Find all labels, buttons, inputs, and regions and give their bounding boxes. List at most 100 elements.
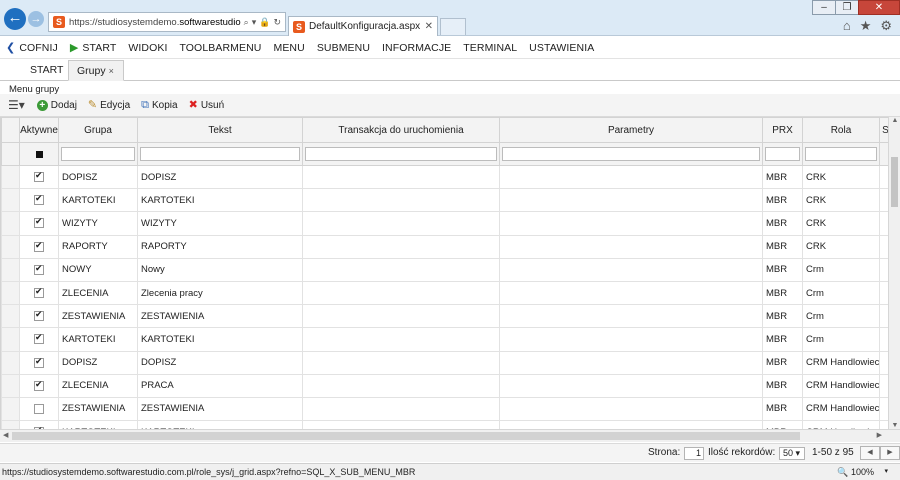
menu-item-ustawienia[interactable]: USTAWIENIA (529, 42, 594, 54)
active-checkbox[interactable] (34, 379, 44, 391)
cell-tekst[interactable]: DOPISZ (137, 350, 303, 375)
cell-grupa[interactable]: DOPISZ (58, 164, 138, 190)
row-selector[interactable] (1, 327, 20, 352)
col-header-rola[interactable]: Rola (802, 117, 880, 143)
cell-transakcja[interactable] (302, 373, 500, 398)
menu-item-toolbarmenu[interactable]: TOOLBARMENU (179, 42, 261, 54)
filter-parametry-input[interactable] (502, 147, 760, 161)
cell-tekst[interactable]: KARTOTEKI (137, 420, 303, 429)
cell-rola[interactable]: CRM Handlowiec (802, 373, 880, 398)
col-header-aktywne[interactable]: Aktywne (19, 117, 59, 143)
row-selector[interactable] (1, 396, 20, 422)
delete-button[interactable]: ✖ Usuń (189, 99, 225, 111)
filter-transakcja-input[interactable] (305, 147, 497, 161)
horizontal-scrollbar[interactable]: ◀ ▶ (0, 429, 900, 442)
cell-transakcja[interactable] (302, 211, 500, 236)
lock-icon[interactable]: 🔒 (259, 17, 270, 28)
zoom-level[interactable]: 🔍 100% (837, 467, 874, 478)
cell-grupa[interactable]: DOPISZ (58, 350, 138, 375)
cell-rola[interactable]: CRM Handlowiec (802, 350, 880, 375)
cell-parametry[interactable] (499, 373, 763, 398)
cell-parametry[interactable] (499, 280, 763, 306)
cell-rola[interactable]: Crm (802, 327, 880, 352)
menu-item-informacje[interactable]: INFORMACJE (382, 42, 451, 54)
scroll-up-icon[interactable]: ▲ (889, 117, 900, 124)
table-row[interactable]: WIZYTYWIZYTY MBRCRK (1, 211, 888, 236)
dropdown-arrow-icon[interactable]: ▾ (252, 17, 257, 28)
cell-rola[interactable]: Crm (802, 304, 880, 329)
menu-item-menu[interactable]: MENU (273, 42, 304, 54)
row-selector[interactable] (1, 304, 20, 329)
cell-rola[interactable]: CRK (802, 188, 880, 213)
row-selector[interactable] (1, 211, 20, 236)
scroll-down-icon[interactable]: ▼ (889, 422, 900, 429)
cell-prx[interactable]: MBR (762, 327, 803, 352)
cell-rola[interactable]: CRK (802, 164, 880, 190)
cell-grupa[interactable]: ZESTAWIENIA (58, 304, 138, 329)
cell-tekst[interactable]: PRACA (137, 373, 303, 398)
cell-parametry[interactable] (499, 164, 763, 190)
active-checkbox[interactable] (34, 240, 44, 252)
cell-parametry[interactable] (499, 211, 763, 236)
cell-parametry[interactable] (499, 257, 763, 282)
table-row[interactable]: KARTOTEKIKARTOTEKI MBRCRM Handlowiec (1, 420, 888, 429)
cell-grupa[interactable]: KARTOTEKI (58, 327, 138, 352)
vertical-scrollbar[interactable]: ▲ ▼ (888, 117, 900, 429)
search-icon[interactable]: ⌕ (244, 17, 249, 28)
cell-prx[interactable]: MBR (762, 396, 803, 422)
cell-parametry[interactable] (499, 396, 763, 422)
new-tab-button[interactable] (440, 18, 466, 35)
cell-tekst[interactable]: Nowy (137, 257, 303, 282)
cell-prx[interactable]: MBR (762, 350, 803, 375)
active-checkbox[interactable] (34, 286, 44, 299)
row-selector[interactable] (1, 350, 20, 375)
cell-prx[interactable]: MBR (762, 164, 803, 190)
menu-start-button[interactable]: ▶ START (70, 41, 117, 55)
table-row[interactable]: DOPISZDOPISZ MBRCRM Handlowiec (1, 350, 888, 375)
cell-grupa[interactable]: NOWY (58, 257, 138, 282)
cell-prx[interactable]: MBR (762, 420, 803, 429)
cell-prx[interactable]: MBR (762, 373, 803, 398)
browser-back-button[interactable]: ← (4, 8, 26, 30)
filter-checkbox-icon[interactable] (35, 150, 43, 158)
table-row[interactable]: KARTOTEKIKARTOTEKI MBRCRK (1, 188, 888, 213)
address-bar[interactable]: S https://studiosystemdemo.softwarestudi… (48, 12, 286, 32)
cell-prx[interactable]: MBR (762, 257, 803, 282)
table-row[interactable]: ZLECENIAZlecenia pracy MBRCrm (1, 280, 888, 306)
cell-tekst[interactable]: DOPISZ (137, 164, 303, 190)
table-row[interactable]: ZESTAWIENIA ZESTAWIENIA MBR CRM Handlowiec (1, 396, 888, 422)
cell-parametry[interactable] (499, 304, 763, 329)
cell-transakcja[interactable] (302, 420, 500, 429)
copy-button[interactable]: ⧉ Kopia (141, 99, 177, 111)
settings-gear-icon[interactable]: ⚙ (880, 18, 892, 34)
active-checkbox[interactable] (34, 309, 44, 322)
cell-rola[interactable]: CRK (802, 234, 880, 259)
cell-rola[interactable]: Crm (802, 257, 880, 282)
zoom-dropdown-icon[interactable]: ▾ (884, 467, 888, 475)
close-tab-grupy-icon[interactable]: × (109, 66, 114, 76)
restore-button[interactable]: ❐ (835, 0, 859, 15)
filter-grupa-input[interactable] (61, 147, 135, 161)
add-button[interactable]: + Dodaj (36, 99, 77, 111)
prev-page-button[interactable]: ◀ (860, 446, 880, 460)
row-selector[interactable] (1, 373, 20, 398)
filter-rola-input[interactable] (805, 147, 877, 161)
browser-forward-button[interactable]: → (28, 11, 44, 27)
col-header-prx[interactable]: PRX (762, 117, 803, 143)
active-checkbox[interactable] (34, 356, 44, 368)
cell-parametry[interactable] (499, 350, 763, 375)
cell-transakcja[interactable] (302, 234, 500, 259)
vertical-scroll-thumb[interactable] (891, 157, 898, 207)
cell-grupa[interactable]: KARTOTEKI (58, 420, 138, 429)
cell-grupa[interactable]: KARTOTEKI (58, 188, 138, 213)
cell-tekst[interactable]: ZESTAWIENIA (137, 396, 303, 422)
cell-grupa[interactable]: WIZYTY (58, 211, 138, 236)
menu-item-widoki[interactable]: WIDOKI (128, 42, 167, 54)
table-row[interactable]: KARTOTEKIKARTOTEKI MBRCrm (1, 327, 888, 352)
col-header-transakcja[interactable]: Transakcja do uruchomienia (302, 117, 500, 143)
active-checkbox[interactable] (34, 332, 44, 345)
cell-tekst[interactable]: KARTOTEKI (137, 327, 303, 352)
col-header-parametry[interactable]: Parametry (499, 117, 763, 143)
cell-rola[interactable]: CRM Handlowiec (802, 420, 880, 429)
active-checkbox[interactable] (34, 170, 44, 183)
